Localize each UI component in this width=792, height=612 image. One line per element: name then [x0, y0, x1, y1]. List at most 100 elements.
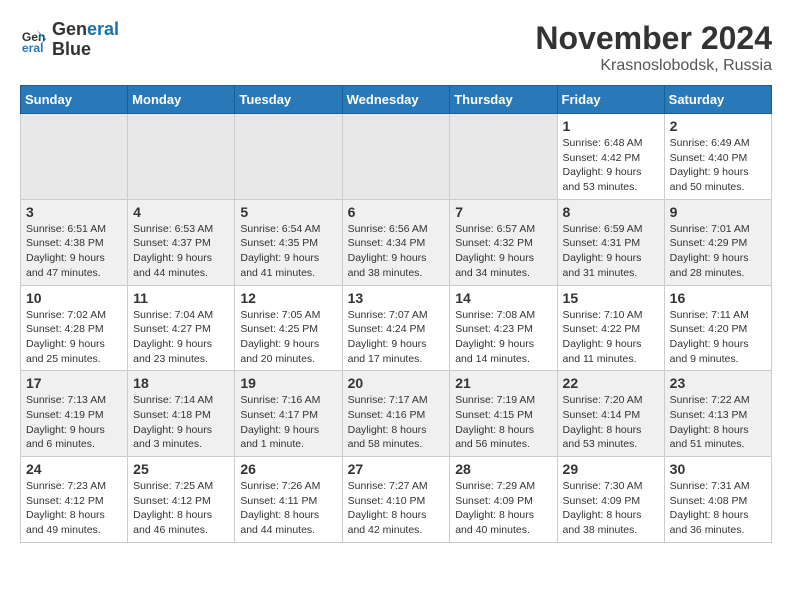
calendar-week-row: 3 Sunrise: 6:51 AM Sunset: 4:38 PM Daylig…: [21, 199, 772, 285]
day-info: Sunrise: 6:56 AM Sunset: 4:34 PM Dayligh…: [348, 222, 445, 281]
day-info: Sunrise: 7:11 AM Sunset: 4:20 PM Dayligh…: [670, 308, 766, 367]
day-number: 10: [26, 290, 122, 306]
day-number: 8: [563, 204, 659, 220]
calendar-day-cell: 3 Sunrise: 6:51 AM Sunset: 4:38 PM Daylig…: [21, 199, 128, 285]
calendar-day-cell: 29Sunrise: 7:30 AM Sunset: 4:09 PM Dayli…: [557, 457, 664, 543]
day-number: 23: [670, 375, 766, 391]
day-info: Sunrise: 6:53 AM Sunset: 4:37 PM Dayligh…: [133, 222, 229, 281]
calendar-day-cell: 4 Sunrise: 6:53 AM Sunset: 4:37 PM Daylig…: [128, 199, 235, 285]
day-number: 11: [133, 290, 229, 306]
day-number: 19: [240, 375, 336, 391]
calendar-day-cell: [128, 114, 235, 200]
day-info: Sunrise: 7:17 AM Sunset: 4:16 PM Dayligh…: [348, 393, 445, 452]
day-number: 24: [26, 461, 122, 477]
day-number: 7: [455, 204, 551, 220]
day-number: 17: [26, 375, 122, 391]
day-info: Sunrise: 7:23 AM Sunset: 4:12 PM Dayligh…: [26, 479, 122, 538]
day-number: 5: [240, 204, 336, 220]
month-title: November 2024: [535, 20, 772, 57]
day-info: Sunrise: 6:59 AM Sunset: 4:31 PM Dayligh…: [563, 222, 659, 281]
calendar-week-row: 1 Sunrise: 6:48 AM Sunset: 4:42 PM Daylig…: [21, 114, 772, 200]
day-info: Sunrise: 6:49 AM Sunset: 4:40 PM Dayligh…: [670, 136, 766, 195]
title-block: November 2024 Krasnoslobodsk, Russia: [535, 20, 772, 75]
day-info: Sunrise: 7:01 AM Sunset: 4:29 PM Dayligh…: [670, 222, 766, 281]
logo: Gen eral GeneralBlue: [20, 20, 119, 60]
calendar-day-cell: 1 Sunrise: 6:48 AM Sunset: 4:42 PM Daylig…: [557, 114, 664, 200]
day-info: Sunrise: 7:27 AM Sunset: 4:10 PM Dayligh…: [348, 479, 445, 538]
calendar-day-cell: 18 Sunrise: 7:14 AM Sunset: 4:18 PM Dayli…: [128, 371, 235, 457]
weekday-header-saturday: Saturday: [664, 86, 771, 114]
calendar-week-row: 17 Sunrise: 7:13 AM Sunset: 4:19 PM Dayli…: [21, 371, 772, 457]
day-info: Sunrise: 6:57 AM Sunset: 4:32 PM Dayligh…: [455, 222, 551, 281]
location: Krasnoslobodsk, Russia: [535, 57, 772, 75]
calendar-day-cell: 14Sunrise: 7:08 AM Sunset: 4:23 PM Dayli…: [450, 285, 557, 371]
calendar-day-cell: 9Sunrise: 7:01 AM Sunset: 4:29 PM Daylig…: [664, 199, 771, 285]
day-number: 14: [455, 290, 551, 306]
day-number: 4: [133, 204, 229, 220]
calendar-day-cell: 8 Sunrise: 6:59 AM Sunset: 4:31 PM Daylig…: [557, 199, 664, 285]
calendar-day-cell: 5 Sunrise: 6:54 AM Sunset: 4:35 PM Daylig…: [235, 199, 342, 285]
calendar-day-cell: 12Sunrise: 7:05 AM Sunset: 4:25 PM Dayli…: [235, 285, 342, 371]
calendar-week-row: 24 Sunrise: 7:23 AM Sunset: 4:12 PM Dayli…: [21, 457, 772, 543]
calendar-day-cell: 30Sunrise: 7:31 AM Sunset: 4:08 PM Dayli…: [664, 457, 771, 543]
calendar-day-cell: 25 Sunrise: 7:25 AM Sunset: 4:12 PM Dayli…: [128, 457, 235, 543]
day-number: 12: [240, 290, 336, 306]
logo-text: GeneralBlue: [52, 20, 119, 60]
calendar-day-cell: 13 Sunrise: 7:07 AM Sunset: 4:24 PM Dayli…: [342, 285, 450, 371]
calendar-day-cell: 27 Sunrise: 7:27 AM Sunset: 4:10 PM Dayli…: [342, 457, 450, 543]
svg-text:eral: eral: [22, 41, 44, 54]
logo-icon: Gen eral: [20, 26, 48, 54]
day-info: Sunrise: 7:26 AM Sunset: 4:11 PM Dayligh…: [240, 479, 336, 538]
day-info: Sunrise: 7:14 AM Sunset: 4:18 PM Dayligh…: [133, 393, 229, 452]
day-number: 13: [348, 290, 445, 306]
day-number: 1: [563, 118, 659, 134]
day-number: 15: [563, 290, 659, 306]
day-info: Sunrise: 6:54 AM Sunset: 4:35 PM Dayligh…: [240, 222, 336, 281]
day-number: 2: [670, 118, 766, 134]
calendar-day-cell: 17 Sunrise: 7:13 AM Sunset: 4:19 PM Dayli…: [21, 371, 128, 457]
day-number: 27: [348, 461, 445, 477]
calendar-day-cell: 6Sunrise: 6:56 AM Sunset: 4:34 PM Daylig…: [342, 199, 450, 285]
day-number: 28: [455, 461, 551, 477]
calendar-day-cell: 20 Sunrise: 7:17 AM Sunset: 4:16 PM Dayli…: [342, 371, 450, 457]
calendar-week-row: 10 Sunrise: 7:02 AM Sunset: 4:28 PM Dayli…: [21, 285, 772, 371]
weekday-header-thursday: Thursday: [450, 86, 557, 114]
day-number: 25: [133, 461, 229, 477]
day-number: 20: [348, 375, 445, 391]
day-info: Sunrise: 7:04 AM Sunset: 4:27 PM Dayligh…: [133, 308, 229, 367]
day-number: 3: [26, 204, 122, 220]
day-number: 26: [240, 461, 336, 477]
calendar-day-cell: 16 Sunrise: 7:11 AM Sunset: 4:20 PM Dayli…: [664, 285, 771, 371]
day-info: Sunrise: 7:16 AM Sunset: 4:17 PM Dayligh…: [240, 393, 336, 452]
day-number: 16: [670, 290, 766, 306]
calendar-day-cell: 7 Sunrise: 6:57 AM Sunset: 4:32 PM Daylig…: [450, 199, 557, 285]
calendar-day-cell: 23 Sunrise: 7:22 AM Sunset: 4:13 PM Dayli…: [664, 371, 771, 457]
day-info: Sunrise: 6:51 AM Sunset: 4:38 PM Dayligh…: [26, 222, 122, 281]
day-number: 18: [133, 375, 229, 391]
day-info: Sunrise: 7:31 AM Sunset: 4:08 PM Dayligh…: [670, 479, 766, 538]
day-info: Sunrise: 7:02 AM Sunset: 4:28 PM Dayligh…: [26, 308, 122, 367]
calendar-day-cell: 22Sunrise: 7:20 AM Sunset: 4:14 PM Dayli…: [557, 371, 664, 457]
weekday-header-wednesday: Wednesday: [342, 86, 450, 114]
day-info: Sunrise: 6:48 AM Sunset: 4:42 PM Dayligh…: [563, 136, 659, 195]
day-info: Sunrise: 7:07 AM Sunset: 4:24 PM Dayligh…: [348, 308, 445, 367]
day-info: Sunrise: 7:19 AM Sunset: 4:15 PM Dayligh…: [455, 393, 551, 452]
day-info: Sunrise: 7:29 AM Sunset: 4:09 PM Dayligh…: [455, 479, 551, 538]
day-info: Sunrise: 7:22 AM Sunset: 4:13 PM Dayligh…: [670, 393, 766, 452]
calendar-day-cell: 15Sunrise: 7:10 AM Sunset: 4:22 PM Dayli…: [557, 285, 664, 371]
calendar-day-cell: 11 Sunrise: 7:04 AM Sunset: 4:27 PM Dayli…: [128, 285, 235, 371]
day-number: 22: [563, 375, 659, 391]
page-header: Gen eral GeneralBlue November 2024 Krasn…: [20, 20, 772, 75]
calendar-day-cell: 28 Sunrise: 7:29 AM Sunset: 4:09 PM Dayli…: [450, 457, 557, 543]
weekday-header-monday: Monday: [128, 86, 235, 114]
weekday-header-friday: Friday: [557, 86, 664, 114]
weekday-header-tuesday: Tuesday: [235, 86, 342, 114]
calendar-day-cell: 19 Sunrise: 7:16 AM Sunset: 4:17 PM Dayli…: [235, 371, 342, 457]
calendar-table: SundayMondayTuesdayWednesdayThursdayFrid…: [20, 85, 772, 543]
day-info: Sunrise: 7:25 AM Sunset: 4:12 PM Dayligh…: [133, 479, 229, 538]
calendar-day-cell: 26 Sunrise: 7:26 AM Sunset: 4:11 PM Dayli…: [235, 457, 342, 543]
day-info: Sunrise: 7:13 AM Sunset: 4:19 PM Dayligh…: [26, 393, 122, 452]
weekday-header-row: SundayMondayTuesdayWednesdayThursdayFrid…: [21, 86, 772, 114]
day-info: Sunrise: 7:30 AM Sunset: 4:09 PM Dayligh…: [563, 479, 659, 538]
calendar-day-cell: [342, 114, 450, 200]
